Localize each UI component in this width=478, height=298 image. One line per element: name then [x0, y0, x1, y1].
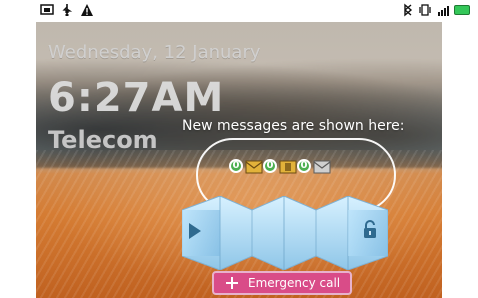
battery-icon — [454, 5, 470, 15]
device: { "status_bar": { "left_icons": ["screen… — [0, 0, 478, 298]
unlock-arrow-icon[interactable] — [186, 221, 204, 241]
messages-hint: New messages are shown here: — [182, 118, 405, 134]
unlock-slider[interactable] — [181, 195, 389, 271]
date-label: Wednesday, 12 January — [48, 42, 261, 63]
signal-icon — [436, 3, 450, 17]
voicemail-icon — [279, 159, 297, 174]
status-bar — [0, 0, 478, 22]
usb-icon — [60, 3, 74, 17]
status-bar-right — [400, 3, 470, 17]
emergency-call-label: Emergency call — [248, 276, 341, 290]
plus-icon — [226, 277, 238, 289]
screenshot-icon — [40, 3, 54, 17]
carrier-label: Telecom — [48, 126, 158, 154]
notification-sms[interactable]: 0 — [297, 159, 331, 174]
time-label: 6:27AM — [48, 75, 225, 121]
notification-email[interactable]: 0 — [229, 159, 263, 174]
notification-count-badge: 0 — [229, 159, 243, 173]
padlock-icon[interactable] — [359, 218, 381, 240]
vibrate-icon — [418, 3, 432, 17]
lock-screen: Wednesday, 12 January 6:27AM Telecom New… — [36, 22, 442, 298]
warning-icon — [80, 3, 94, 17]
sms-icon — [313, 159, 331, 174]
notification-count-badge: 0 — [297, 159, 311, 173]
notification-voicemail[interactable]: 0 — [263, 159, 297, 174]
emergency-call-button[interactable]: Emergency call — [212, 271, 352, 295]
notification-count-badge: 0 — [263, 159, 277, 173]
status-bar-left — [40, 3, 94, 17]
bluetooth-icon — [400, 3, 414, 17]
email-icon — [245, 159, 263, 174]
